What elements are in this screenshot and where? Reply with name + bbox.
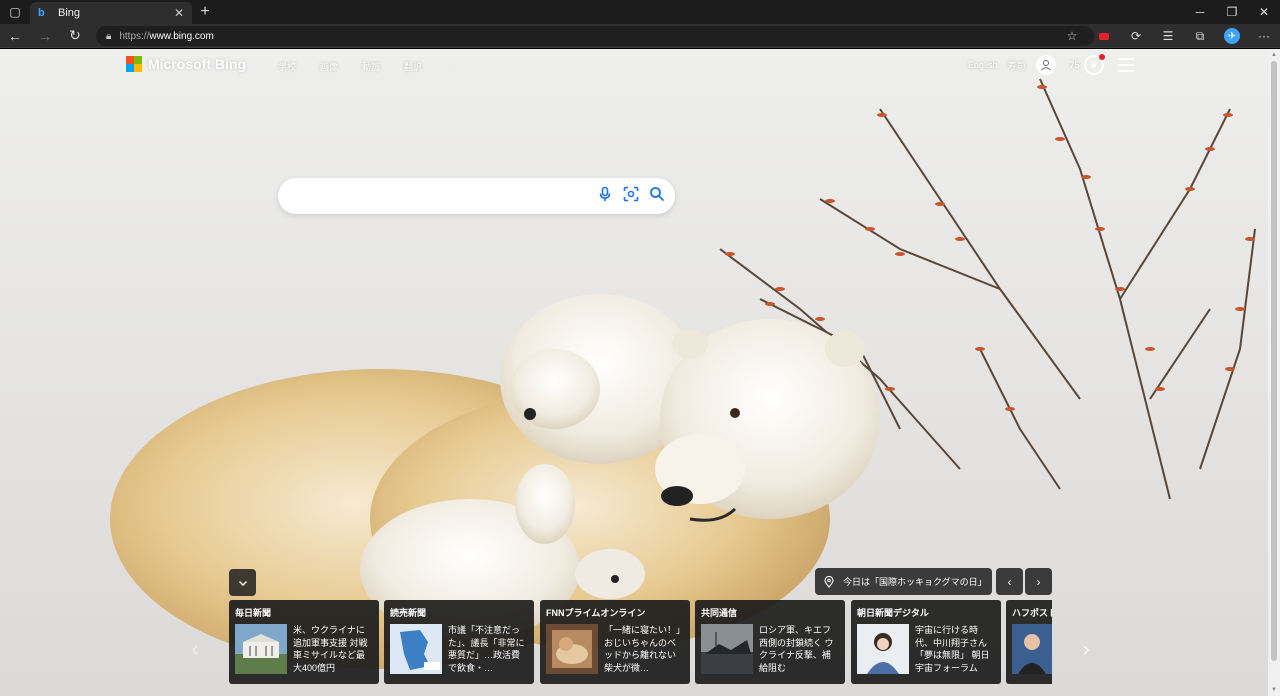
more-menu-icon[interactable]: ··· <box>1248 24 1280 48</box>
tab-title: Bing <box>58 7 81 19</box>
new-tab-button[interactable]: + <box>192 0 218 24</box>
close-tab-icon[interactable]: ✕ <box>174 6 184 20</box>
today-label: 今日は「国際ホッキョクグマの日」 <box>843 577 987 587</box>
lock-icon[interactable]: 🔒︎ <box>106 31 111 42</box>
microsoft-logo-icon <box>126 56 142 72</box>
profile-icon[interactable]: ✈ <box>1216 24 1248 48</box>
nav-more[interactable]: ··· <box>446 60 461 73</box>
news-headline: ロシア軍、キエフ西側の封鎖続く ウクライナ反撃、補給阻む <box>759 625 834 673</box>
news-card[interactable]: 共同通信 ロシア軍、キエフ西側の封鎖続く ウクライナ反撃、補給阻む <box>695 600 845 684</box>
news-headline: 「一緒に寝たい！」おじいちゃんのベッドから離れない柴犬が微… <box>604 625 681 673</box>
bing-header: Microsoft Bing 学校 画像 動画 翻訳 ··· English 寿… <box>0 49 1268 81</box>
language-link[interactable]: English <box>968 60 998 70</box>
news-thumbnail <box>1012 624 1052 674</box>
nav-images[interactable]: 画像 <box>320 60 338 73</box>
news-source: 読売新聞 <box>390 608 427 618</box>
extensions-puzzle-icon[interactable]: ⟳ <box>1120 24 1152 48</box>
chevron-left-icon: ‹ <box>1007 574 1012 589</box>
url-scheme: https:// <box>119 30 150 42</box>
news-next-arrow[interactable]: › <box>1076 634 1096 664</box>
scroll-up-arrow[interactable]: ▲ <box>1270 51 1278 59</box>
collapse-news-button[interactable] <box>229 569 256 596</box>
refresh-button[interactable]: ↻ <box>60 24 90 48</box>
news-headline: 市議「不注意だった」、議長「非常に悪質だ」…政活費で飲食・… <box>448 625 525 673</box>
top-navigation: 学校 画像 動画 翻訳 ··· <box>278 60 485 73</box>
address-bar[interactable]: 🔒︎ https://www.bing.com <box>96 26 1094 46</box>
news-source: 朝日新聞デジタル <box>857 608 929 618</box>
bing-icon: b <box>38 7 45 19</box>
background-image <box>0 49 1268 696</box>
logo-text: Microsoft Bing <box>148 56 246 72</box>
news-card[interactable]: 読売新聞 市議「不注意だった」、議長「非常に悪質だ」…政活費で飲食・… <box>384 600 534 684</box>
chevron-right-icon: › <box>1036 574 1041 589</box>
scroll-down-arrow[interactable]: ▼ <box>1270 686 1278 694</box>
search-icons <box>597 186 665 202</box>
next-image-button[interactable]: › <box>1025 568 1052 595</box>
page-scrollbar[interactable]: ▲ ▼ <box>1268 49 1280 696</box>
extension-icon[interactable] <box>1088 24 1120 48</box>
header-right: English 寿司 75 ♛ <box>968 54 1134 75</box>
tab-actions-icon[interactable]: ▢ <box>0 0 30 24</box>
microsoft-bing-logo[interactable]: Microsoft Bing <box>126 56 246 72</box>
browser-toolbar: ← → ↻ 🔒︎ https://www.bing.com ☆ ⟳ ☰ ⧉ ✈ … <box>0 24 1280 48</box>
location-pin-icon <box>824 575 834 588</box>
nav-translate[interactable]: 翻訳 <box>404 60 422 73</box>
collections-icon[interactable]: ⧉ <box>1184 24 1216 48</box>
visual-search-icon[interactable] <box>623 186 639 202</box>
rewards-trophy-icon[interactable]: ♛ <box>1083 54 1105 75</box>
tab-strip: ▢ b Bing ✕ + ─ ❐ ✕ <box>0 0 1280 24</box>
news-thumbnail <box>546 624 598 674</box>
restore-button[interactable]: ❐ <box>1216 0 1248 24</box>
toolbar-icons: ☆ ⟳ ☰ ⧉ ✈ ··· <box>1056 24 1280 48</box>
news-thumbnail <box>701 624 753 674</box>
window-controls: ─ ❐ ✕ <box>1184 0 1280 24</box>
minimize-button[interactable]: ─ <box>1184 0 1216 24</box>
news-thumbnail <box>390 624 442 674</box>
user-name[interactable]: 寿司 <box>1008 59 1026 72</box>
news-card[interactable]: FNNプライムオンライン 「一緒に寝たい！」おじいちゃんのベッドから離れない柴犬… <box>540 600 690 684</box>
image-info-pill[interactable]: 今日は「国際ホッキョクグマの日」 <box>815 568 992 595</box>
close-window-button[interactable]: ✕ <box>1248 0 1280 24</box>
search-icon[interactable] <box>649 186 665 202</box>
bing-homepage: Microsoft Bing 学校 画像 動画 翻訳 ··· English 寿… <box>0 49 1268 696</box>
favorites-icon[interactable]: ☰ <box>1152 24 1184 48</box>
news-source: ハフポスト <box>1012 608 1052 618</box>
news-source: FNNプライムオンライン <box>546 608 646 618</box>
news-card[interactable]: 朝日新聞デジタル 宇宙に行ける時代、中川翔子さん「夢は無限」 朝日宇宙フォーラム <box>851 600 1001 684</box>
chevron-down-icon <box>238 580 247 586</box>
hamburger-menu-icon[interactable] <box>1117 58 1134 72</box>
news-thumbnail <box>857 624 909 674</box>
search-input[interactable] <box>294 186 594 206</box>
news-headline: 米、ウクライナに追加軍事支援 対戦車ミサイルなど最大400億円 <box>293 625 368 673</box>
nav-school[interactable]: 学校 <box>278 60 296 73</box>
add-favorite-icon[interactable]: ☆ <box>1056 24 1088 48</box>
url-host: www.bing.com <box>149 30 214 42</box>
microphone-icon[interactable] <box>597 186 613 202</box>
prev-image-button[interactable]: ‹ <box>996 568 1023 595</box>
back-button[interactable]: ← <box>0 24 30 48</box>
browser-window: ▢ b Bing ✕ + ─ ❐ ✕ ← → ↻ 🔒︎ https://www.… <box>0 0 1280 696</box>
news-headline: 宇宙に行ける時代、中川翔子さん「夢は無限」 朝日宇宙フォーラム <box>915 625 990 673</box>
tab-bing[interactable]: b Bing ✕ <box>30 2 192 24</box>
nav-videos[interactable]: 動画 <box>362 60 380 73</box>
forward-button[interactable]: → <box>30 24 60 48</box>
user-avatar-icon[interactable] <box>1035 55 1056 75</box>
news-card[interactable]: ハフポスト <box>1006 600 1052 684</box>
news-strip: 毎日新聞 米、ウクライナに追加軍事支援 対戦車ミサイルなど最大400億円 読売新… <box>229 600 1052 684</box>
news-prev-arrow[interactable]: ‹ <box>185 634 205 664</box>
news-source: 共同通信 <box>701 608 738 618</box>
scrollbar-thumb[interactable] <box>1271 61 1277 661</box>
news-source: 毎日新聞 <box>235 608 272 618</box>
news-card[interactable]: 毎日新聞 米、ウクライナに追加軍事支援 対戦車ミサイルなど最大400億円 <box>229 600 379 684</box>
rewards-points[interactable]: 75 <box>1070 60 1080 70</box>
news-thumbnail <box>235 624 287 674</box>
search-box[interactable] <box>278 178 675 214</box>
